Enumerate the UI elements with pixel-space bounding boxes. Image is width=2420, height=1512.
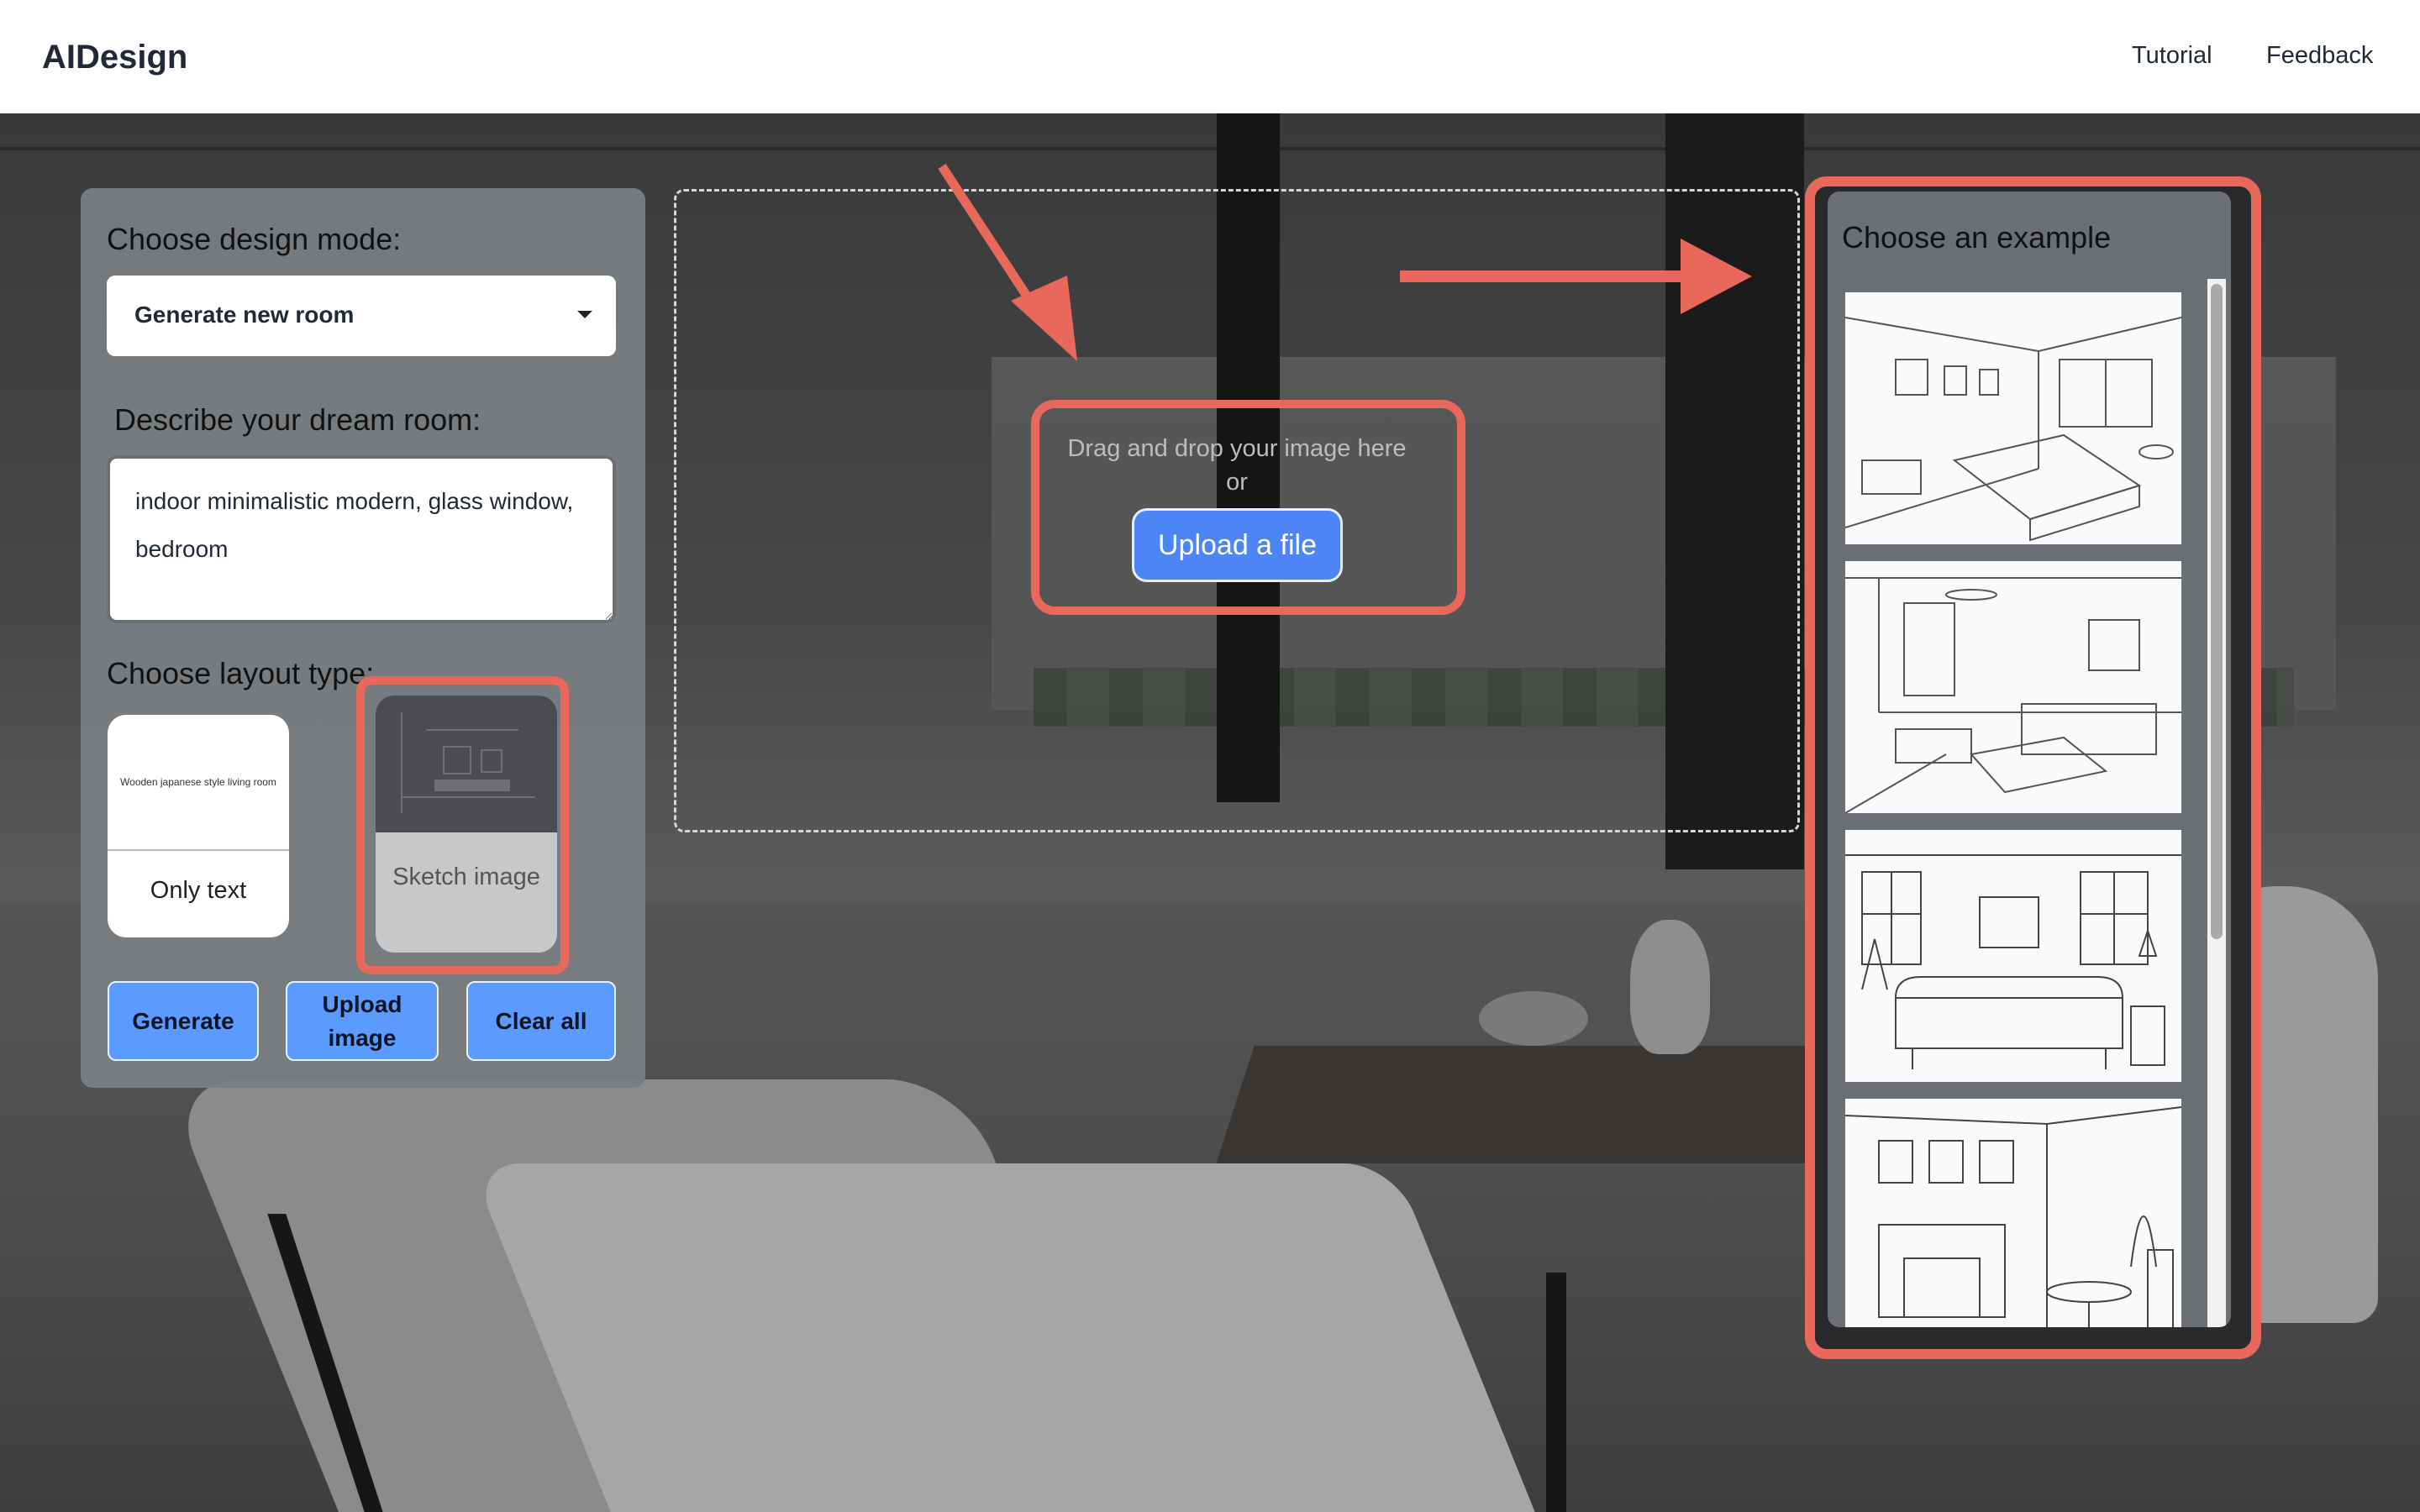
- examples-panel: Choose an example: [1828, 192, 2231, 1327]
- describe-room-heading: Describe your dream room:: [114, 402, 481, 437]
- design-mode-value: Generate new room: [134, 302, 355, 328]
- nav-tutorial-link[interactable]: Tutorial: [2132, 42, 2212, 70]
- layout-type-heading: Choose layout type:: [107, 656, 375, 690]
- caret-down-icon: [577, 311, 592, 318]
- text-preview: Wooden japanese style living room: [108, 715, 289, 851]
- design-mode-select[interactable]: Generate new room: [107, 276, 616, 356]
- generate-button[interactable]: Generate: [108, 981, 259, 1061]
- upload-image-button[interactable]: Upload image: [286, 981, 439, 1061]
- examples-heading: Choose an example: [1842, 220, 2112, 255]
- bedroom-sketch-image: [1845, 317, 2181, 542]
- design-mode-heading: Choose design mode:: [107, 222, 402, 256]
- highlight-annotation-box: [1031, 400, 1465, 615]
- room-description-textarea[interactable]: indoor minimalistic modern, glass window…: [107, 455, 616, 623]
- layout-option-only-text[interactable]: Wooden japanese style living room Only t…: [108, 715, 289, 937]
- design-controls-panel: Choose design mode: Generate new room De…: [81, 188, 645, 1088]
- examples-scrollbar-thumb[interactable]: [2211, 284, 2223, 939]
- nav-feedback-link[interactable]: Feedback: [2266, 42, 2373, 70]
- example-fireplace-dining-sketch[interactable]: [1845, 1099, 2181, 1327]
- brand-logo[interactable]: AIDesign: [42, 39, 187, 76]
- sofa-wall-sketch-image: [1845, 854, 2181, 1069]
- clear-all-button[interactable]: Clear all: [466, 981, 616, 1061]
- living-room-sketch-image: [1845, 577, 2181, 813]
- example-bedroom-sketch[interactable]: [1845, 292, 2181, 544]
- example-living-room-sketch[interactable]: [1845, 561, 2181, 813]
- example-sofa-wall-sketch[interactable]: [1845, 830, 2181, 1082]
- fireplace-dining-sketch-image: [1845, 1106, 2181, 1327]
- highlight-annotation-box: [356, 676, 569, 974]
- top-navbar: AIDesign Tutorial Feedback: [0, 0, 2420, 113]
- layout-option-label: Only text: [150, 877, 247, 904]
